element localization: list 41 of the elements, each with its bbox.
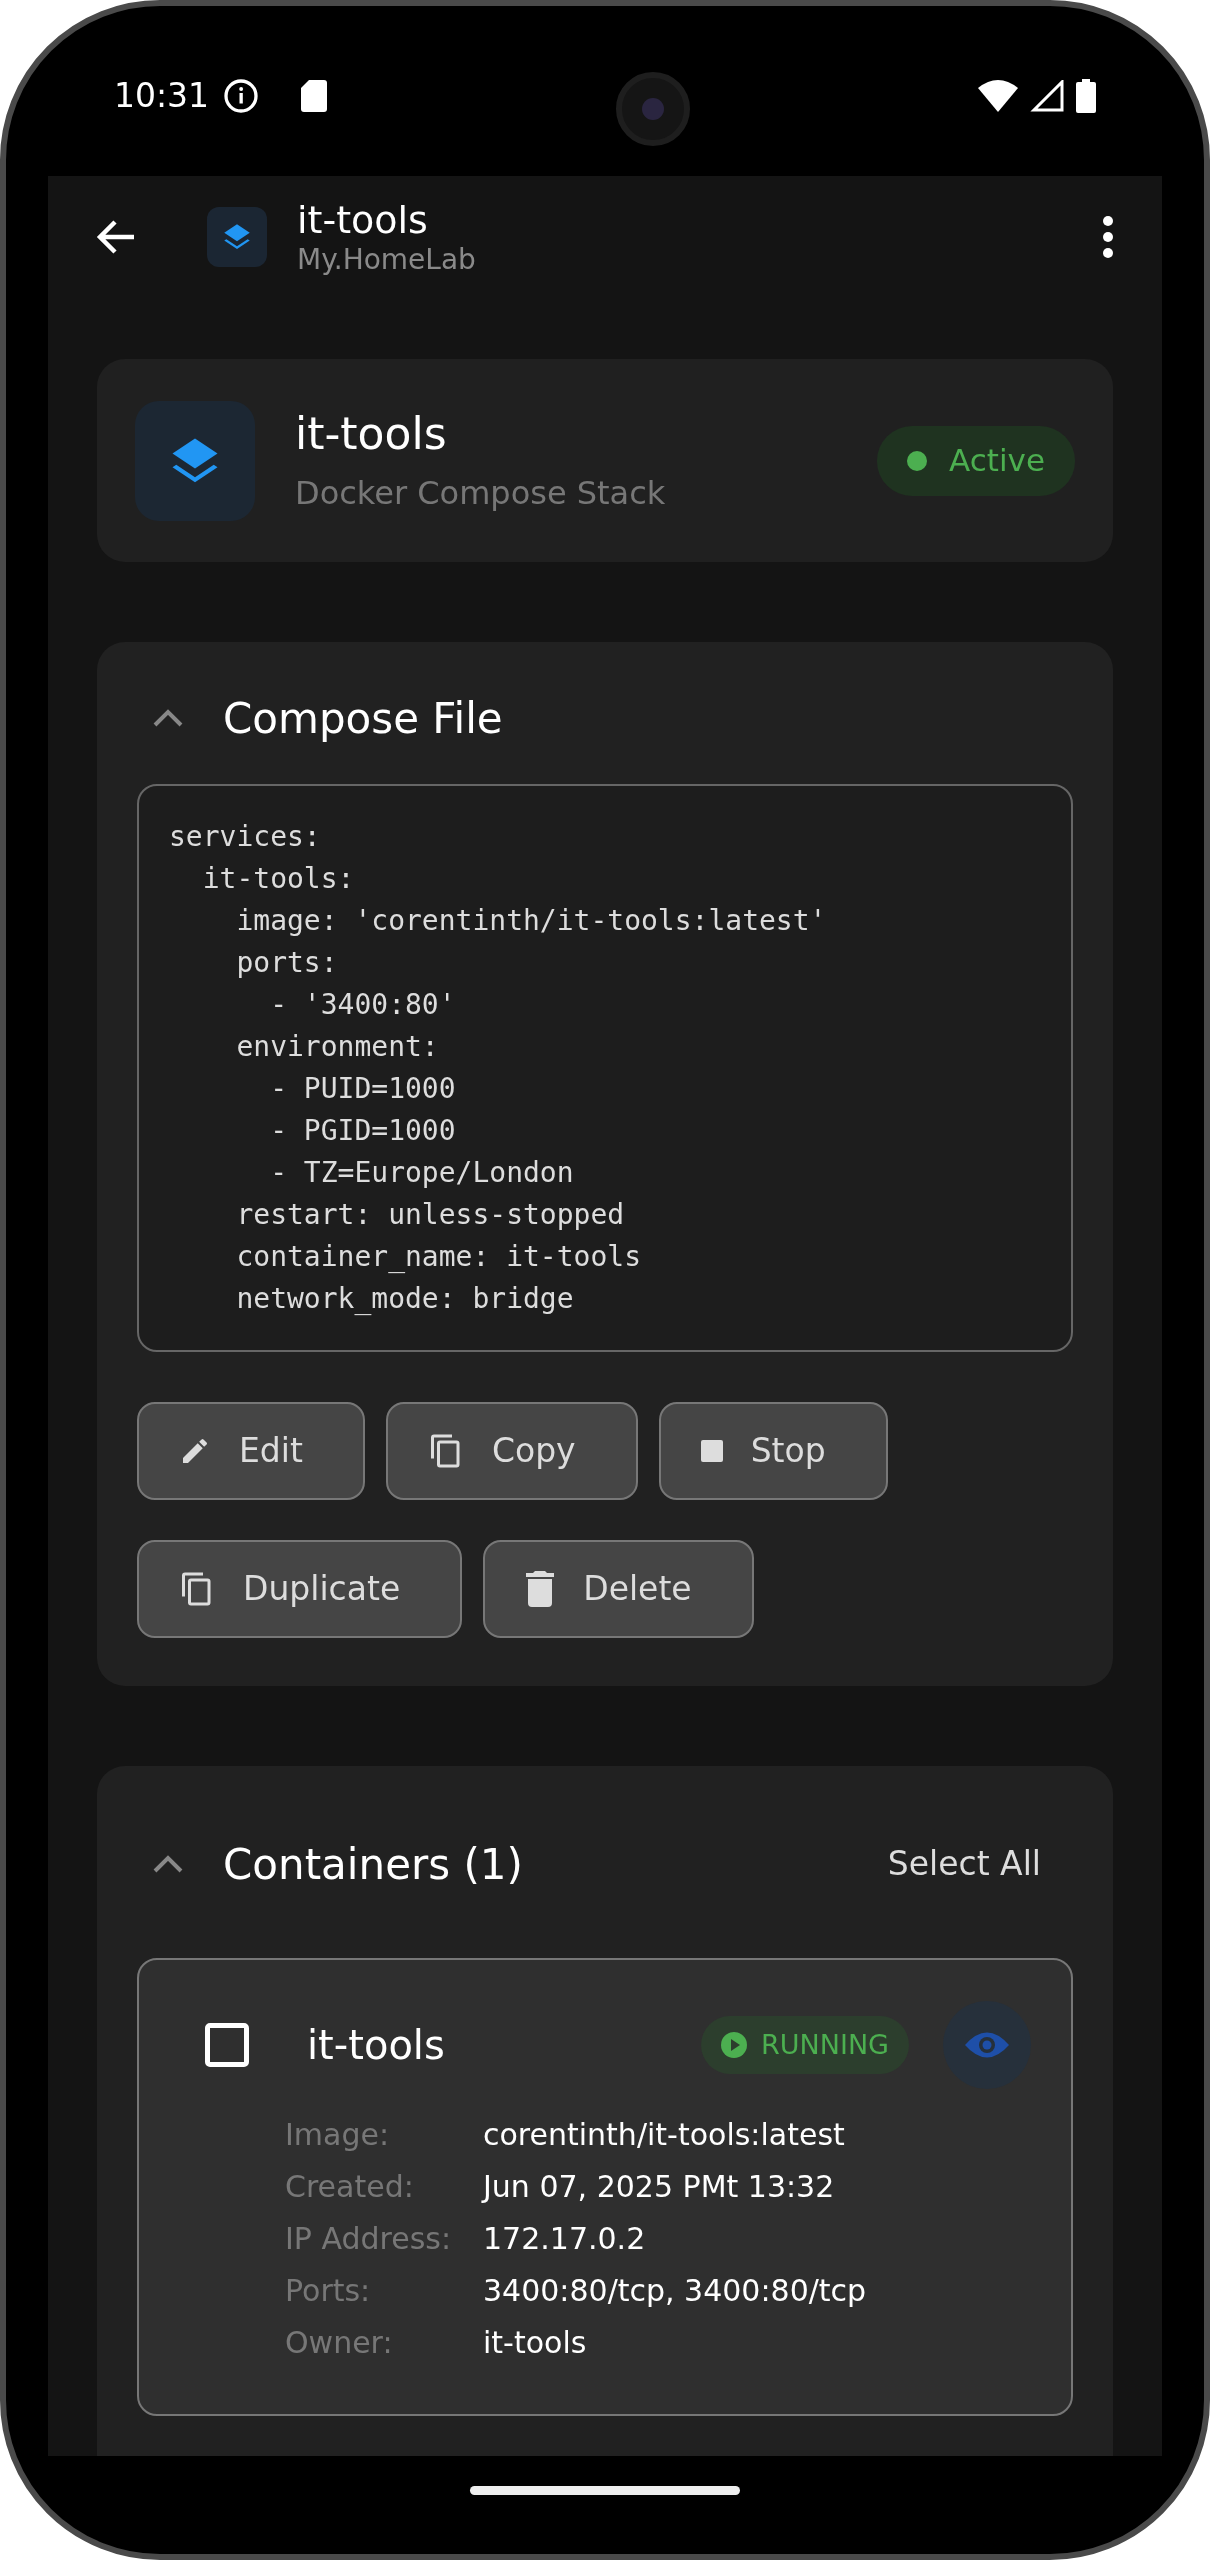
battery-icon	[1076, 79, 1096, 113]
checkbox[interactable]	[205, 2023, 249, 2067]
detail-label: Image:	[285, 2116, 391, 2154]
detail-value: 172.17.0.2	[483, 2220, 647, 2258]
eye-icon	[964, 2030, 1010, 2060]
select-all-button[interactable]: Select All	[887, 1839, 1041, 1889]
sd-card-icon	[301, 80, 328, 112]
section-title: Containers (1)	[223, 1838, 524, 1891]
action-button[interactable]: Edit	[137, 1402, 365, 1500]
trash-icon	[525, 1571, 556, 1607]
action-button[interactable]: Copy	[385, 1402, 638, 1500]
app-bar-subtitle: My.HomeLab	[297, 243, 477, 277]
detail-label: IP Address:	[285, 2220, 453, 2258]
detail-value: 3400:80/tcp, 3400:80/tcp	[483, 2272, 868, 2310]
code-block: services: it-tools: image: 'corentinth/it-tools:latest' ports: - '3400:80' environment: - PUID=1000 - PGID=1000 - TZ=Europe/London restart: unless-stopped container_name: it-tools network_mode: bridge	[137, 784, 1073, 1352]
containers-chevron-icon[interactable]	[151, 1853, 185, 1875]
detail-value: Jun 07, 2025 PMt 13:32	[483, 2168, 836, 2206]
play-icon	[721, 2032, 747, 2058]
stack-subtitle: Docker Compose Stack	[295, 472, 667, 514]
container-name: it-tools	[307, 2021, 446, 2070]
app-bar-title: it-tools	[297, 197, 429, 243]
section-title: Compose File	[223, 692, 503, 745]
action-button[interactable]: Duplicate	[137, 1540, 463, 1638]
more-icon[interactable]	[1102, 215, 1114, 259]
action-button[interactable]: Stop	[658, 1402, 888, 1500]
status-time: 10:31	[114, 75, 210, 118]
info-icon	[223, 78, 260, 114]
signal-icon	[1030, 80, 1064, 112]
detail-value: it-tools	[483, 2324, 588, 2362]
detail-value: corentinth/it-tools:latest	[483, 2116, 846, 2154]
back-arrow-icon[interactable]	[96, 219, 136, 255]
status-label: Active	[949, 441, 1045, 481]
action-button[interactable]: Delete	[483, 1540, 754, 1638]
stop-icon	[700, 1440, 723, 1462]
running-badge: RUNNING	[701, 2016, 909, 2074]
detail-label: Created:	[285, 2168, 415, 2206]
wifi-icon	[978, 80, 1018, 112]
compose-chevron-icon[interactable]	[151, 707, 185, 729]
detail-label: Ports:	[285, 2272, 372, 2310]
detail-label: Owner:	[285, 2324, 394, 2362]
stack-title: it-tools	[295, 406, 448, 461]
